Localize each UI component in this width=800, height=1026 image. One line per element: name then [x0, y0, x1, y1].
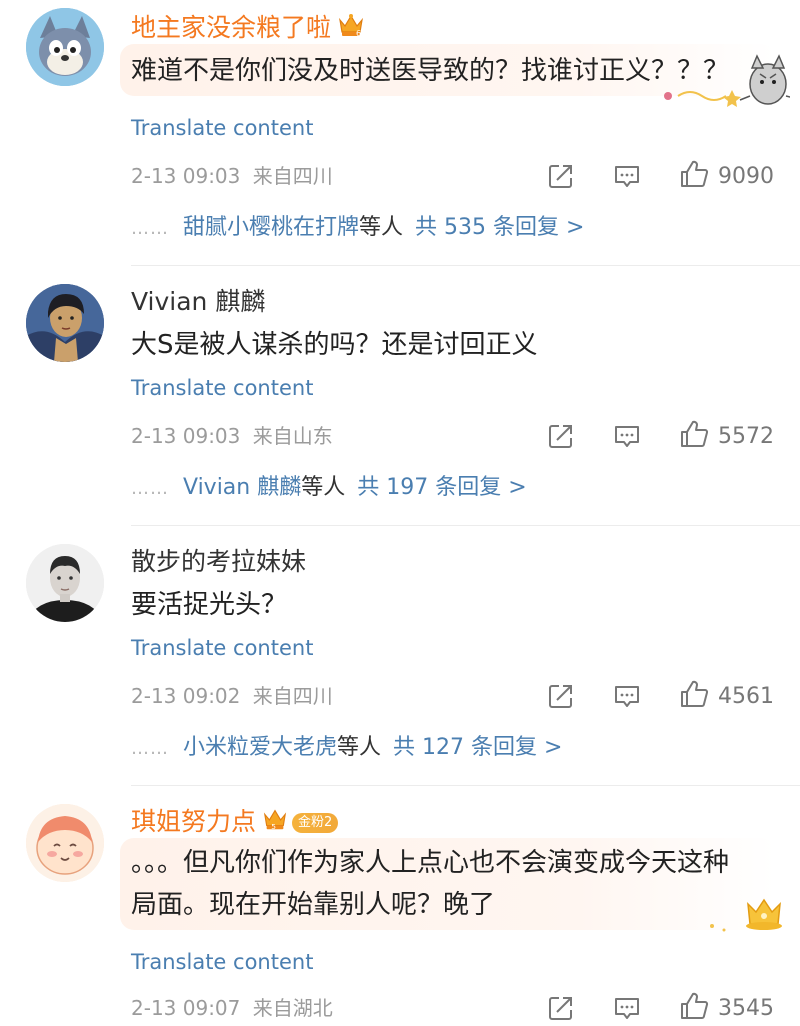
reply-suffix: 等人 — [337, 735, 382, 760]
comment-location: 来自湖北 — [252, 996, 333, 1020]
reply-total-link[interactable]: 共 197 条回复 > — [357, 475, 526, 500]
username[interactable]: 地主家没余粮了啦 6 — [131, 12, 365, 46]
like-icon[interactable] — [678, 678, 710, 714]
like-count: 4561 — [718, 683, 774, 709]
like-icon[interactable] — [678, 418, 710, 454]
comment-item: 散步的考拉妹妹 要活捉光头？ Translate content 2-13 09… — [0, 526, 800, 786]
like-button[interactable]: 9090 — [678, 158, 774, 194]
comment-item: 地主家没余粮了啦 6 难道不是你们没及时送医导致的？找谁讨正义？？？ Transl… — [0, 0, 800, 266]
like-icon[interactable] — [678, 990, 710, 1026]
replies-dots: …… — [131, 218, 169, 239]
share-icon[interactable] — [546, 421, 576, 451]
avatar[interactable] — [26, 8, 104, 86]
comment-icon[interactable] — [612, 421, 642, 451]
fan-badge: 金粉2 — [292, 813, 339, 833]
replies-dots: …… — [131, 738, 169, 759]
avatar[interactable] — [26, 284, 104, 362]
translate-link[interactable]: Translate content — [131, 634, 313, 662]
comment-meta: 2-13 09:07 来自湖北 — [131, 994, 333, 1022]
reply-user[interactable]: 甜腻小樱桃在打牌 — [183, 215, 359, 240]
comment-location: 来自四川 — [252, 684, 333, 708]
svg-text:6: 6 — [356, 29, 361, 38]
translate-link[interactable]: Translate content — [131, 948, 313, 976]
comment-item: Vivian 麒麟 大S是被人谋杀的吗？还是讨回正义 Translate con… — [0, 266, 800, 526]
comment-icon[interactable] — [612, 161, 642, 191]
comment-text: 。。。但凡你们作为家人上点心也不会演变成今天这种局面。现在开始靠别人呢？晚了 — [131, 848, 730, 920]
like-button[interactable]: 3545 — [678, 990, 774, 1026]
like-button[interactable]: 5572 — [678, 418, 774, 454]
like-count: 5572 — [718, 423, 774, 449]
comment-icon[interactable] — [612, 681, 642, 711]
comment-date: 2-13 09:02 — [131, 684, 241, 708]
username[interactable]: Vivian 麒麟 — [131, 286, 265, 318]
comment-meta: 2-13 09:03 来自山东 — [131, 422, 333, 450]
reply-user[interactable]: 小米粒爱大老虎 — [183, 735, 337, 760]
translate-link[interactable]: Translate content — [131, 114, 313, 142]
share-icon[interactable] — [546, 681, 576, 711]
comment-meta: 2-13 09:03 来自四川 — [131, 162, 333, 190]
replies-summary[interactable]: …… 甜腻小樱桃在打牌等人共 535 条回复 > — [131, 213, 584, 244]
crown-vip-icon: 6 — [337, 12, 365, 46]
avatar[interactable] — [26, 804, 104, 882]
share-icon[interactable] — [546, 161, 576, 191]
username[interactable]: 琪姐努力点 5 金粉2 — [131, 806, 339, 840]
sticker-cat-icon — [660, 52, 795, 114]
comment-actions: 3545 — [510, 991, 774, 1025]
comment-actions: 5572 — [510, 419, 774, 453]
like-button[interactable]: 4561 — [678, 678, 774, 714]
sticker-crown-icon — [700, 892, 790, 940]
replies-dots: …… — [131, 478, 169, 499]
comment-date: 2-13 09:07 — [131, 996, 241, 1020]
reply-user[interactable]: Vivian 麒麟 — [183, 475, 301, 500]
like-count: 3545 — [718, 995, 774, 1021]
replies-summary[interactable]: …… Vivian 麒麟等人共 197 条回复 > — [131, 473, 527, 504]
comment-icon[interactable] — [612, 993, 642, 1023]
reply-total-link[interactable]: 共 127 条回复 > — [393, 735, 562, 760]
like-count: 9090 — [718, 163, 774, 189]
comment-location: 来自山东 — [252, 424, 333, 448]
comment-location: 来自四川 — [252, 164, 333, 188]
replies-summary[interactable]: …… 小米粒爱大老虎等人共 127 条回复 > — [131, 733, 562, 764]
avatar[interactable] — [26, 544, 104, 622]
comment-text: 要活捉光头？ — [131, 590, 288, 620]
translate-link[interactable]: Translate content — [131, 374, 313, 402]
comment-meta: 2-13 09:02 来自四川 — [131, 682, 333, 710]
crown-vip-icon: 5 — [262, 806, 288, 840]
comment-actions: 4561 — [510, 679, 774, 713]
comment-item: 琪姐努力点 5 金粉2 。。。但凡你们作为家人上点心也不会演变成今天这种局面。现在开… — [0, 786, 800, 1024]
reply-suffix: 等人 — [301, 475, 346, 500]
reply-total-link[interactable]: 共 535 条回复 > — [415, 215, 584, 240]
comment-text: 大S是被人谋杀的吗？还是讨回正义 — [131, 330, 538, 360]
comment-date: 2-13 09:03 — [131, 424, 241, 448]
svg-text:5: 5 — [271, 822, 276, 831]
username[interactable]: 散步的考拉妹妹 — [131, 546, 306, 578]
comment-actions: 9090 — [510, 159, 774, 193]
share-icon[interactable] — [546, 993, 576, 1023]
like-icon[interactable] — [678, 158, 710, 194]
comment-date: 2-13 09:03 — [131, 164, 241, 188]
comment-text: 难道不是你们没及时送医导致的？找谁讨正义？？？ — [131, 56, 730, 86]
reply-suffix: 等人 — [359, 215, 404, 240]
